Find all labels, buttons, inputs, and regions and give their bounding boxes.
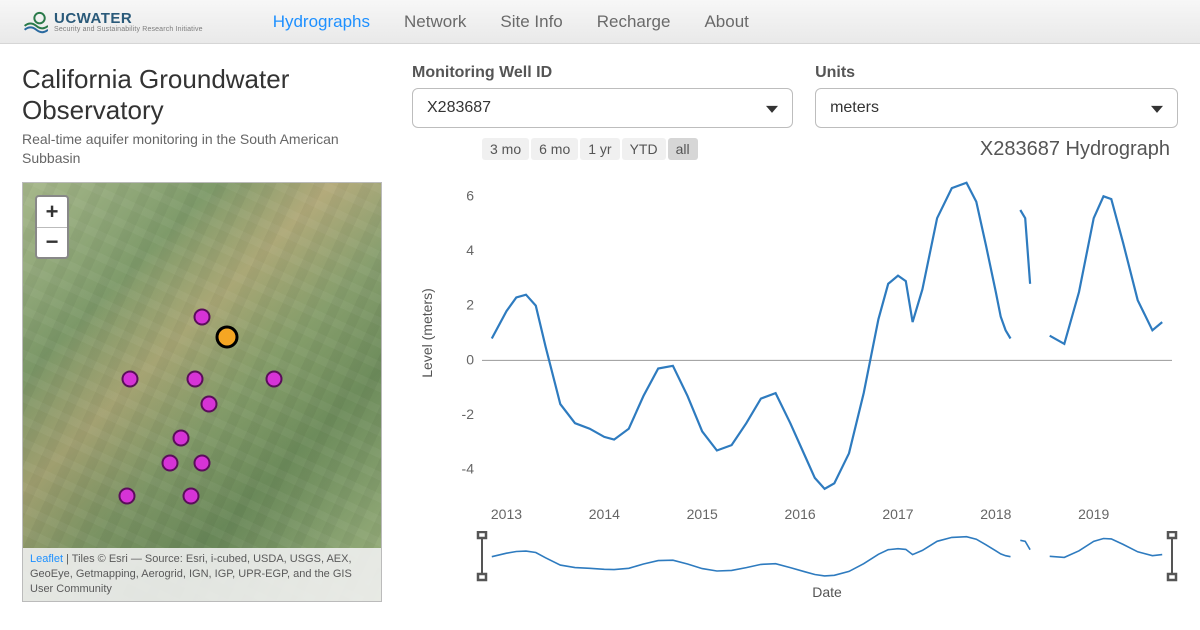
leaflet-link[interactable]: Leaflet [30,553,63,565]
svg-text:2017: 2017 [882,506,913,522]
map-marker[interactable] [161,454,178,471]
svg-text:2: 2 [466,297,474,313]
svg-text:2019: 2019 [1078,506,1109,522]
hydrograph-chart[interactable]: -4 -2 0 2 4 6 2013 2014 2015 2016 2017 2018 2019 Leve… [412,161,1182,531]
range-button[interactable]: YTD [622,138,666,160]
svg-text:2015: 2015 [687,506,718,522]
svg-text:2013: 2013 [491,506,522,522]
svg-text:4: 4 [466,242,474,258]
tab-network[interactable]: Network [404,12,466,32]
chart-title: X283687 Hydrograph [980,138,1170,161]
svg-text:-2: -2 [462,406,475,422]
brand-logo-icon [22,9,48,35]
units-select-value: meters [830,99,879,117]
brush-handle-left[interactable] [478,532,486,580]
brand-tagline: Security and Sustainability Research Ini… [54,26,203,33]
chevron-down-icon [766,106,778,113]
map-zoom-out-button[interactable]: − [37,227,67,257]
svg-text:6: 6 [466,187,474,203]
map-marker[interactable] [186,371,203,388]
range-button[interactable]: 1 yr [580,138,619,160]
brand: UCWATER Security and Sustainability Rese… [22,9,203,35]
map-zoom-in-button[interactable]: + [37,197,67,227]
well-select-value: X283687 [427,99,491,117]
well-select[interactable]: X283687 [412,88,793,128]
map-marker[interactable] [183,488,200,505]
units-select-label: Units [815,64,1178,82]
map-marker[interactable] [194,454,211,471]
nav-tabs: Hydrographs Network Site Info Recharge About [273,12,749,32]
range-button[interactable]: 3 mo [482,138,529,160]
map-marker[interactable] [122,371,139,388]
tab-about[interactable]: About [704,12,748,32]
svg-text:-4: -4 [462,461,475,477]
page-subtitle: Real-time aquifer monitoring in the Sout… [22,130,382,168]
range-button[interactable]: all [668,138,698,160]
map-marker-selected[interactable] [216,326,239,349]
svg-text:Level (meters): Level (meters) [419,288,435,377]
page-title: California Groundwater Observatory [22,64,392,126]
top-nav: UCWATER Security and Sustainability Rese… [0,0,1200,44]
hydrograph-overview[interactable]: Date [412,531,1182,601]
brush-handle-right[interactable] [1168,532,1176,580]
map-zoom-controls: + − [35,195,69,259]
well-select-label: Monitoring Well ID [412,64,793,82]
well-map[interactable]: + − Leaflet | Tiles © Esri — Source: Esr… [22,182,382,602]
range-selector: 3 mo6 mo1 yrYTDall [482,138,698,160]
svg-text:0: 0 [466,351,474,367]
svg-text:2016: 2016 [785,506,816,522]
map-marker[interactable] [172,429,189,446]
map-marker[interactable] [201,396,218,413]
map-marker[interactable] [118,488,135,505]
units-select[interactable]: meters [815,88,1178,128]
tab-site-info[interactable]: Site Info [500,12,562,32]
map-attribution: Leaflet | Tiles © Esri — Source: Esri, i… [23,548,381,601]
range-button[interactable]: 6 mo [531,138,578,160]
map-marker[interactable] [194,308,211,325]
brand-name: UCWATER [54,11,203,26]
tab-recharge[interactable]: Recharge [597,12,671,32]
svg-text:2018: 2018 [980,506,1011,522]
chevron-down-icon [1151,106,1163,113]
svg-text:Date: Date [812,584,842,600]
svg-text:2014: 2014 [589,506,620,522]
tab-hydrographs[interactable]: Hydrographs [273,12,370,32]
map-marker[interactable] [265,371,282,388]
